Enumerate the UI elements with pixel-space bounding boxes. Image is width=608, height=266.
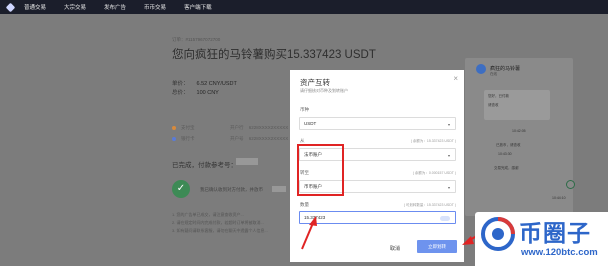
watermark-text: 币圈子 (519, 220, 591, 246)
watermark-url: www.120btc.com (521, 247, 598, 258)
annotation-arrow-amount (301, 216, 317, 250)
watermark-logo-icon (481, 217, 515, 251)
